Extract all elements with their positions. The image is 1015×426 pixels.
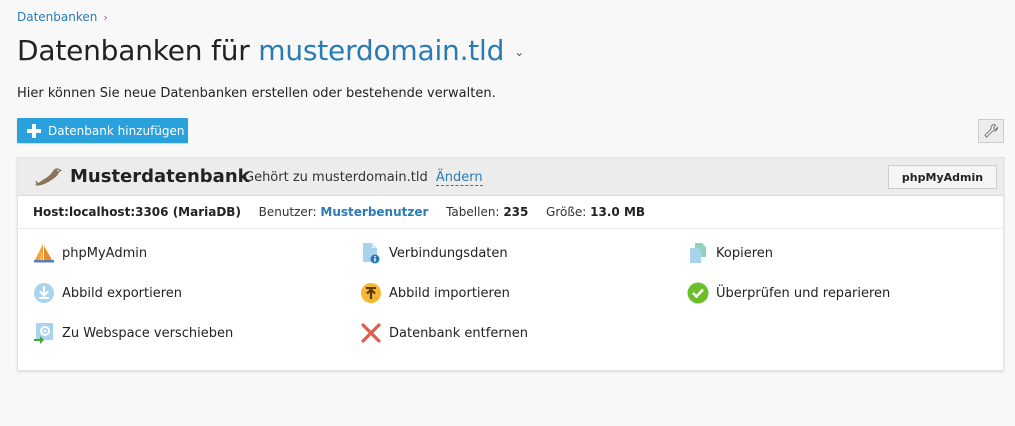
- action-phpmyadmin[interactable]: phpMyAdmin: [33, 242, 147, 264]
- action-check-repair[interactable]: Überprüfen und reparieren: [687, 282, 890, 304]
- action-label: Zu Webspace verschieben: [62, 325, 234, 341]
- database-name: Musterdatenbank: [70, 166, 250, 187]
- database-card: Musterdatenbank Gehört zu musterdomain.t…: [17, 157, 1004, 371]
- breadcrumb: Datenbanken ›: [17, 10, 108, 24]
- tables-label: Tabellen:: [446, 205, 500, 219]
- user-label: Benutzer:: [258, 205, 317, 219]
- action-label: phpMyAdmin: [62, 245, 148, 261]
- page-title: Datenbanken für musterdomain.tld ⌄: [17, 34, 524, 67]
- action-label: Überprüfen und reparieren: [716, 285, 891, 301]
- tools-button[interactable]: [978, 119, 1004, 143]
- add-database-button[interactable]: Datenbank hinzufügen: [17, 118, 188, 143]
- connection-info-icon: [360, 242, 382, 264]
- chevron-down-icon[interactable]: ⌄: [514, 45, 524, 59]
- breadcrumb-separator: ›: [103, 11, 108, 24]
- database-card-header: Musterdatenbank Gehört zu musterdomain.t…: [18, 158, 1003, 196]
- action-connection-info[interactable]: Verbindungsdaten: [360, 242, 508, 264]
- action-label: Verbindungsdaten: [389, 245, 508, 261]
- user-link[interactable]: Musterbenutzer: [320, 205, 428, 219]
- action-move-to-webspace[interactable]: Zu Webspace verschieben: [33, 322, 233, 344]
- database-size: 13.0 MB: [590, 205, 646, 219]
- owner-text: Gehört zu musterdomain.tld: [244, 170, 428, 185]
- remove-icon: [360, 322, 382, 344]
- check-icon: [687, 282, 709, 304]
- action-label: Datenbank entfernen: [389, 325, 528, 341]
- host-info: Host:localhost:3306 (MariaDB): [33, 205, 241, 219]
- action-export[interactable]: Abbild exportieren: [33, 282, 182, 304]
- divider: [18, 228, 1003, 229]
- domain-selector[interactable]: musterdomain.tld: [258, 34, 504, 67]
- action-label: Abbild importieren: [389, 285, 510, 301]
- add-database-label: Datenbank hinzufügen: [48, 123, 185, 138]
- phpmyadmin-icon: [33, 242, 55, 264]
- import-icon: [360, 282, 382, 304]
- action-remove-database[interactable]: Datenbank entfernen: [360, 322, 528, 344]
- wrench-icon: [984, 123, 999, 138]
- change-owner-link[interactable]: Ändern: [435, 170, 483, 186]
- export-icon: [33, 282, 55, 304]
- action-label: Kopieren: [716, 245, 773, 261]
- phpmyadmin-button[interactable]: phpMyAdmin: [888, 165, 997, 189]
- breadcrumb-link-datenbanken[interactable]: Datenbanken: [17, 10, 97, 24]
- action-label: Abbild exportieren: [62, 285, 183, 301]
- size-label: Größe:: [546, 205, 587, 219]
- mariadb-seal-icon: [35, 168, 62, 186]
- action-import[interactable]: Abbild importieren: [360, 282, 510, 304]
- page-title-prefix: Datenbanken für: [17, 34, 250, 67]
- tables-count: 235: [503, 205, 529, 219]
- copy-icon: [687, 242, 709, 264]
- plus-icon: [27, 123, 41, 138]
- database-owner: Gehört zu musterdomain.tld Ändern: [244, 170, 483, 186]
- move-icon: [33, 322, 55, 344]
- page-intro: Hier können Sie neue Datenbanken erstell…: [17, 86, 496, 101]
- database-meta: Host:localhost:3306 (MariaDB) Benutzer: …: [33, 205, 645, 219]
- action-copy[interactable]: Kopieren: [687, 242, 773, 264]
